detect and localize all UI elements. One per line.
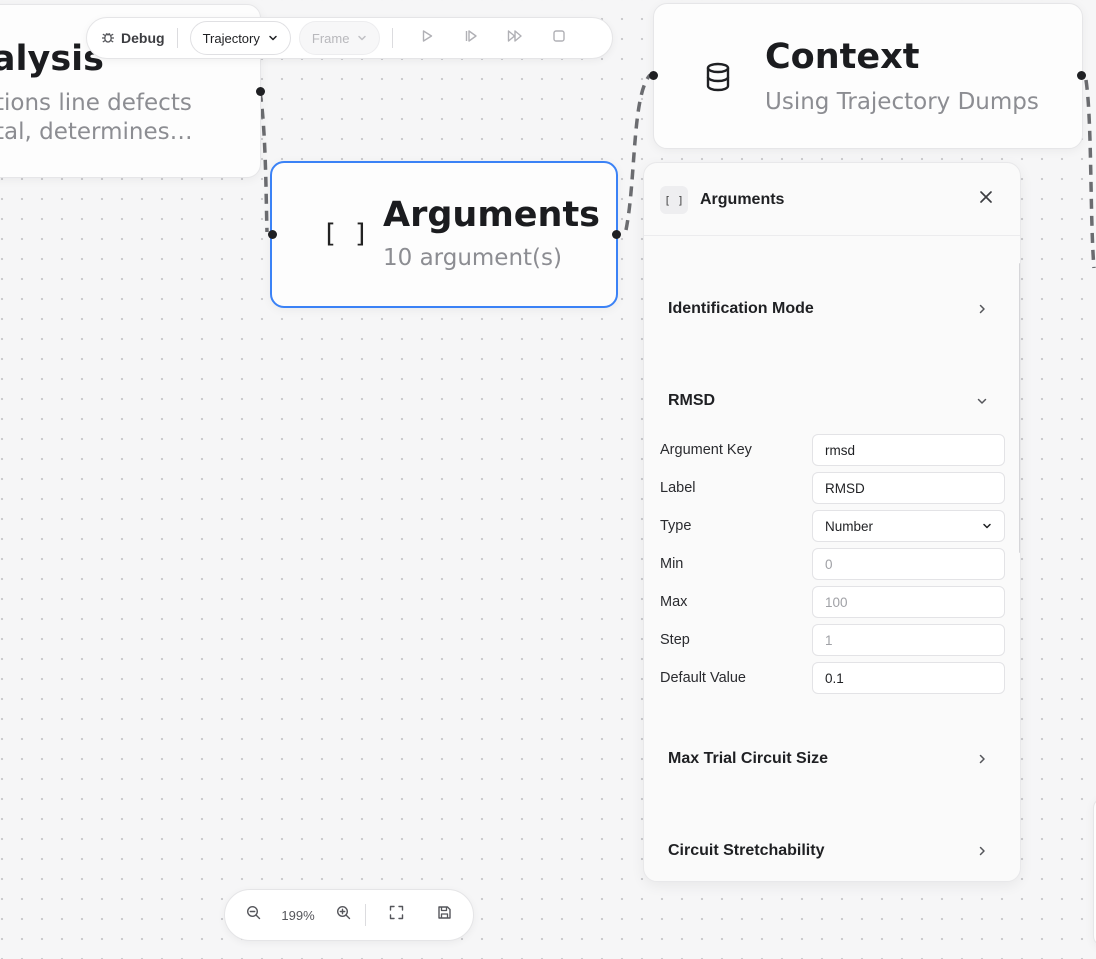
- step-forward-icon: [464, 29, 478, 48]
- fit-view-button[interactable]: [384, 903, 408, 927]
- field-argument-key: Argument Key: [644, 434, 1020, 466]
- bug-icon: [101, 30, 115, 47]
- zoom-level: 199%: [281, 907, 315, 923]
- chevron-down-icon: [268, 31, 278, 46]
- section-label: RMSD: [668, 392, 716, 409]
- min-input[interactable]: [812, 548, 1005, 580]
- zoom-out-icon: [246, 905, 261, 925]
- field-step: Step: [644, 624, 1020, 656]
- stop-icon: [552, 29, 566, 48]
- node-arguments-subtitle: 10 argument(s): [383, 245, 562, 271]
- brackets-icon: [ ]: [322, 219, 369, 249]
- chevron-down-icon: [982, 519, 992, 534]
- label-input[interactable]: [812, 472, 1005, 504]
- field-label: Argument Key: [660, 442, 752, 458]
- field-min: Min: [644, 548, 1020, 580]
- field-label: Type: [660, 518, 692, 534]
- zoom-out-button[interactable]: [241, 903, 265, 927]
- zoom-controls: 199%: [224, 889, 474, 941]
- default-value-input[interactable]: [812, 662, 1005, 694]
- section-label: Max Trial Circuit Size: [668, 750, 829, 767]
- step-forward-button[interactable]: [449, 22, 493, 54]
- chevron-down-icon: [357, 31, 367, 46]
- field-label: Min: [660, 556, 684, 572]
- stop-button[interactable]: [537, 22, 581, 54]
- node-context-title: Context: [765, 37, 920, 77]
- edge-context-next: [1084, 79, 1096, 269]
- field-label: Step: [660, 632, 690, 648]
- panel-title: Arguments: [700, 191, 785, 208]
- toolbar-divider: [176, 28, 178, 48]
- field-label: Max: [660, 594, 688, 610]
- node-analysis-output-handle[interactable]: [256, 87, 265, 96]
- panel-header: [ ] Arguments: [644, 163, 1020, 236]
- debug-toolbar: Debug Trajectory Frame: [86, 17, 613, 59]
- frame-select-value: Frame: [311, 30, 350, 46]
- chevron-down-icon: [972, 391, 992, 411]
- node-context-input-handle[interactable]: [649, 71, 658, 80]
- brackets-icon: [ ]: [660, 186, 688, 214]
- database-icon: [704, 62, 732, 97]
- node-context-subtitle: Using Trajectory Dumps: [765, 89, 1039, 115]
- section-label: Identification Mode: [668, 300, 814, 317]
- debug-label: Debug: [121, 30, 165, 46]
- section-rmsd[interactable]: RMSD: [644, 386, 1020, 416]
- toolbar-divider: [392, 28, 394, 48]
- play-button[interactable]: [405, 22, 449, 54]
- field-label: Default Value: [660, 670, 746, 686]
- node-arguments[interactable]: [ ] Arguments 10 argument(s): [270, 161, 618, 308]
- panel-close-button[interactable]: [975, 188, 997, 210]
- node-arguments-input-handle[interactable]: [268, 230, 277, 239]
- section-max-trial-circuit-size[interactable]: Max Trial Circuit Size: [644, 744, 1020, 774]
- edge-analysis-arguments: [258, 91, 269, 233]
- section-circuit-stretchability[interactable]: Circuit Stretchability: [644, 836, 1020, 866]
- type-select[interactable]: Number: [812, 510, 1005, 542]
- fast-forward-button[interactable]: [493, 22, 537, 54]
- field-default-value: Default Value: [644, 662, 1020, 694]
- save-button[interactable]: [432, 903, 456, 927]
- chevron-right-icon: [972, 299, 992, 319]
- debug-indicator[interactable]: Debug: [101, 30, 165, 47]
- node-context-output-handle[interactable]: [1077, 71, 1086, 80]
- fast-forward-icon: [507, 29, 523, 48]
- close-icon: [979, 190, 993, 209]
- type-select-value: Number: [825, 518, 874, 534]
- field-max: Max: [644, 586, 1020, 618]
- zoom-in-icon: [336, 905, 351, 925]
- node-arguments-output-handle[interactable]: [612, 230, 621, 239]
- arguments-properties-panel: [ ] Arguments Identification Mode RMSD A…: [643, 162, 1021, 882]
- zoom-in-button[interactable]: [331, 903, 355, 927]
- field-label-row: Label: [644, 472, 1020, 504]
- step-input[interactable]: [812, 624, 1005, 656]
- max-input[interactable]: [812, 586, 1005, 618]
- fullscreen-icon: [389, 905, 404, 925]
- chevron-right-icon: [972, 749, 992, 769]
- argument-key-input[interactable]: [812, 434, 1005, 466]
- play-icon: [420, 29, 434, 48]
- node-context[interactable]: Context Using Trajectory Dumps: [653, 3, 1083, 149]
- field-label: Label: [660, 480, 696, 496]
- trajectory-select[interactable]: Trajectory: [189, 21, 291, 55]
- section-label: Circuit Stretchability: [668, 842, 825, 859]
- node-analysis-description-line2: tal, determines…: [0, 119, 193, 145]
- frame-select[interactable]: Frame: [298, 21, 381, 55]
- node-analysis-description-line1: tions line defects: [0, 90, 192, 116]
- section-identification-mode[interactable]: Identification Mode: [644, 294, 1020, 324]
- trajectory-select-value: Trajectory: [202, 30, 260, 46]
- zoom-divider: [365, 904, 366, 926]
- save-icon: [437, 905, 452, 925]
- chevron-right-icon: [972, 841, 992, 861]
- node-arguments-title: Arguments: [383, 195, 601, 235]
- field-type: Type Number: [644, 510, 1020, 542]
